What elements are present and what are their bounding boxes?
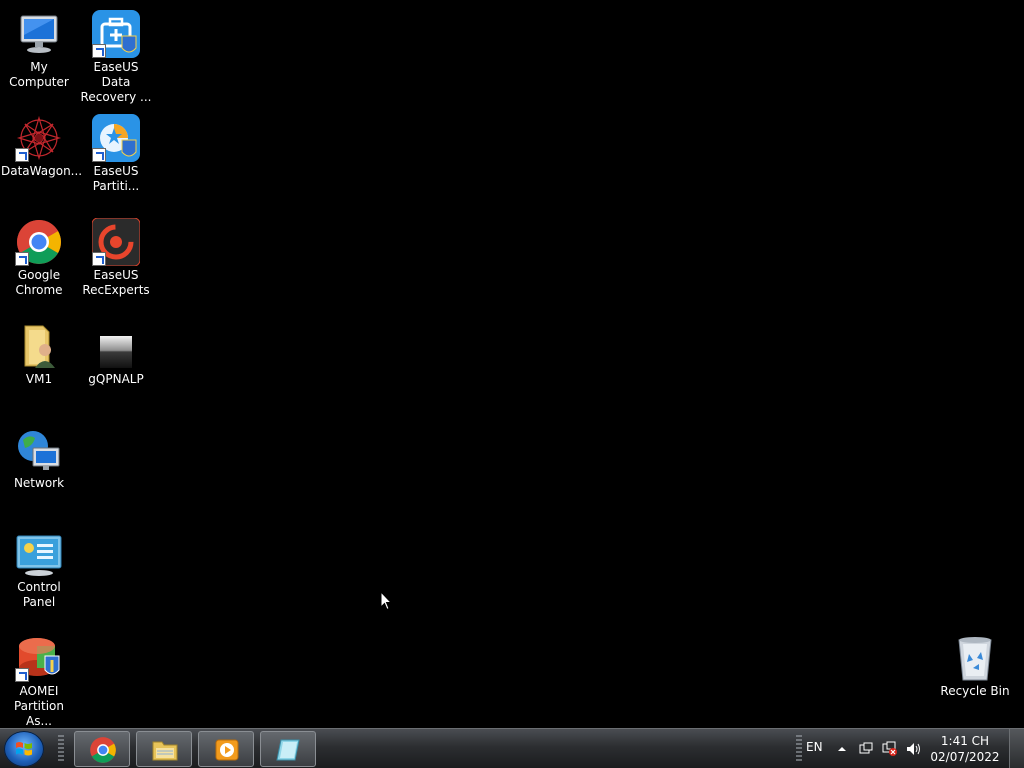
mouse-cursor-icon (380, 591, 392, 611)
icon-label: EaseUS RecExperts (82, 268, 150, 297)
desktop-icon-gqpnalp[interactable]: gQPNALP (78, 316, 154, 387)
desktop-icon-vm1[interactable]: VM1 (1, 316, 77, 387)
control-panel-icon (15, 530, 63, 578)
chrome-taskbar-button[interactable] (74, 731, 130, 767)
desktop-icon-google-chrome[interactable]: Google Chrome (1, 212, 77, 298)
icon-label: Google Chrome (15, 268, 63, 297)
icon-label: gQPNALP (88, 372, 144, 386)
taskbar-grip[interactable] (58, 735, 64, 763)
start-button[interactable] (4, 731, 44, 767)
chrome-icon (90, 737, 116, 763)
media-player-taskbar-button[interactable] (198, 731, 254, 767)
show-desktop-button[interactable] (1009, 729, 1024, 768)
desktop-icon-control-panel[interactable]: Control Panel (1, 524, 77, 610)
aomei-partition-icon (15, 634, 63, 682)
folder-icon (152, 741, 178, 761)
shortcut-arrow-icon (92, 252, 106, 266)
icon-label: EaseUS Data Recovery ... (80, 60, 152, 104)
icon-label: VM1 (25, 372, 53, 386)
blank-window-icon (92, 322, 140, 370)
chrome-icon (15, 218, 63, 266)
media-player-icon (215, 739, 239, 761)
desktop-icon-recycle-bin[interactable]: Recycle Bin (937, 628, 1013, 699)
shortcut-arrow-icon (15, 252, 29, 266)
recycle-bin-icon (951, 634, 999, 682)
network-disconnected-icon[interactable] (882, 741, 898, 757)
icon-label: Network (13, 476, 65, 490)
desktop-icon-my-computer[interactable]: My Computer (1, 4, 77, 90)
desktop-icon-easeus-data-recovery[interactable]: EaseUS Data Recovery ... (78, 4, 154, 105)
easeus-data-recovery-icon (92, 10, 140, 58)
clock-time: 1:41 CH (940, 734, 990, 748)
icon-label: My Computer (9, 60, 69, 89)
desktop-icon-easeus-recexperts[interactable]: EaseUS RecExperts (78, 212, 154, 298)
shortcut-arrow-icon (92, 148, 106, 162)
taskbar: EN 1:41 CH 02/07/2022 (0, 728, 1024, 768)
clock-date: 02/07/2022 (930, 750, 1000, 764)
volume-icon[interactable] (906, 741, 922, 757)
desktop-icon-network[interactable]: Network (1, 420, 77, 491)
system-clock[interactable]: 1:41 CH 02/07/2022 (930, 733, 1000, 765)
icon-label: EaseUS Partiti... (92, 164, 140, 193)
shortcut-arrow-icon (92, 44, 106, 58)
action-center-icon[interactable] (858, 741, 874, 757)
desktop-icon-datawagon[interactable]: DataWagon... (1, 108, 83, 179)
user-folder-icon (15, 322, 63, 370)
easeus-partition-icon (92, 114, 140, 162)
icon-label: Control Panel (17, 580, 61, 609)
easeus-recexperts-icon (91, 217, 141, 267)
tray-grip (796, 735, 802, 763)
shortcut-arrow-icon (15, 668, 29, 682)
windows-logo-icon (16, 742, 32, 756)
desktop[interactable]: My Computer DataWagon... Google Chrome V… (0, 0, 1024, 728)
shortcut-arrow-icon (15, 148, 29, 162)
language-indicator[interactable]: EN (806, 740, 823, 754)
show-hidden-icons-arrow-icon[interactable] (834, 741, 850, 757)
icon-label: DataWagon... (1, 164, 83, 178)
network-globe-icon (15, 426, 63, 474)
icon-label: Recycle Bin (940, 684, 1010, 698)
icon-label: AOMEI Partition As... (13, 684, 64, 728)
explorer-taskbar-button[interactable] (136, 731, 192, 767)
desktop-icon-aomei-partition[interactable]: AOMEI Partition As... (1, 628, 77, 729)
datawagon-icon (15, 114, 63, 162)
computer-icon (15, 10, 63, 58)
desktop-icon-easeus-partition[interactable]: EaseUS Partiti... (78, 108, 154, 194)
snipping-tool-icon (276, 739, 300, 761)
snipping-taskbar-button[interactable] (260, 731, 316, 767)
